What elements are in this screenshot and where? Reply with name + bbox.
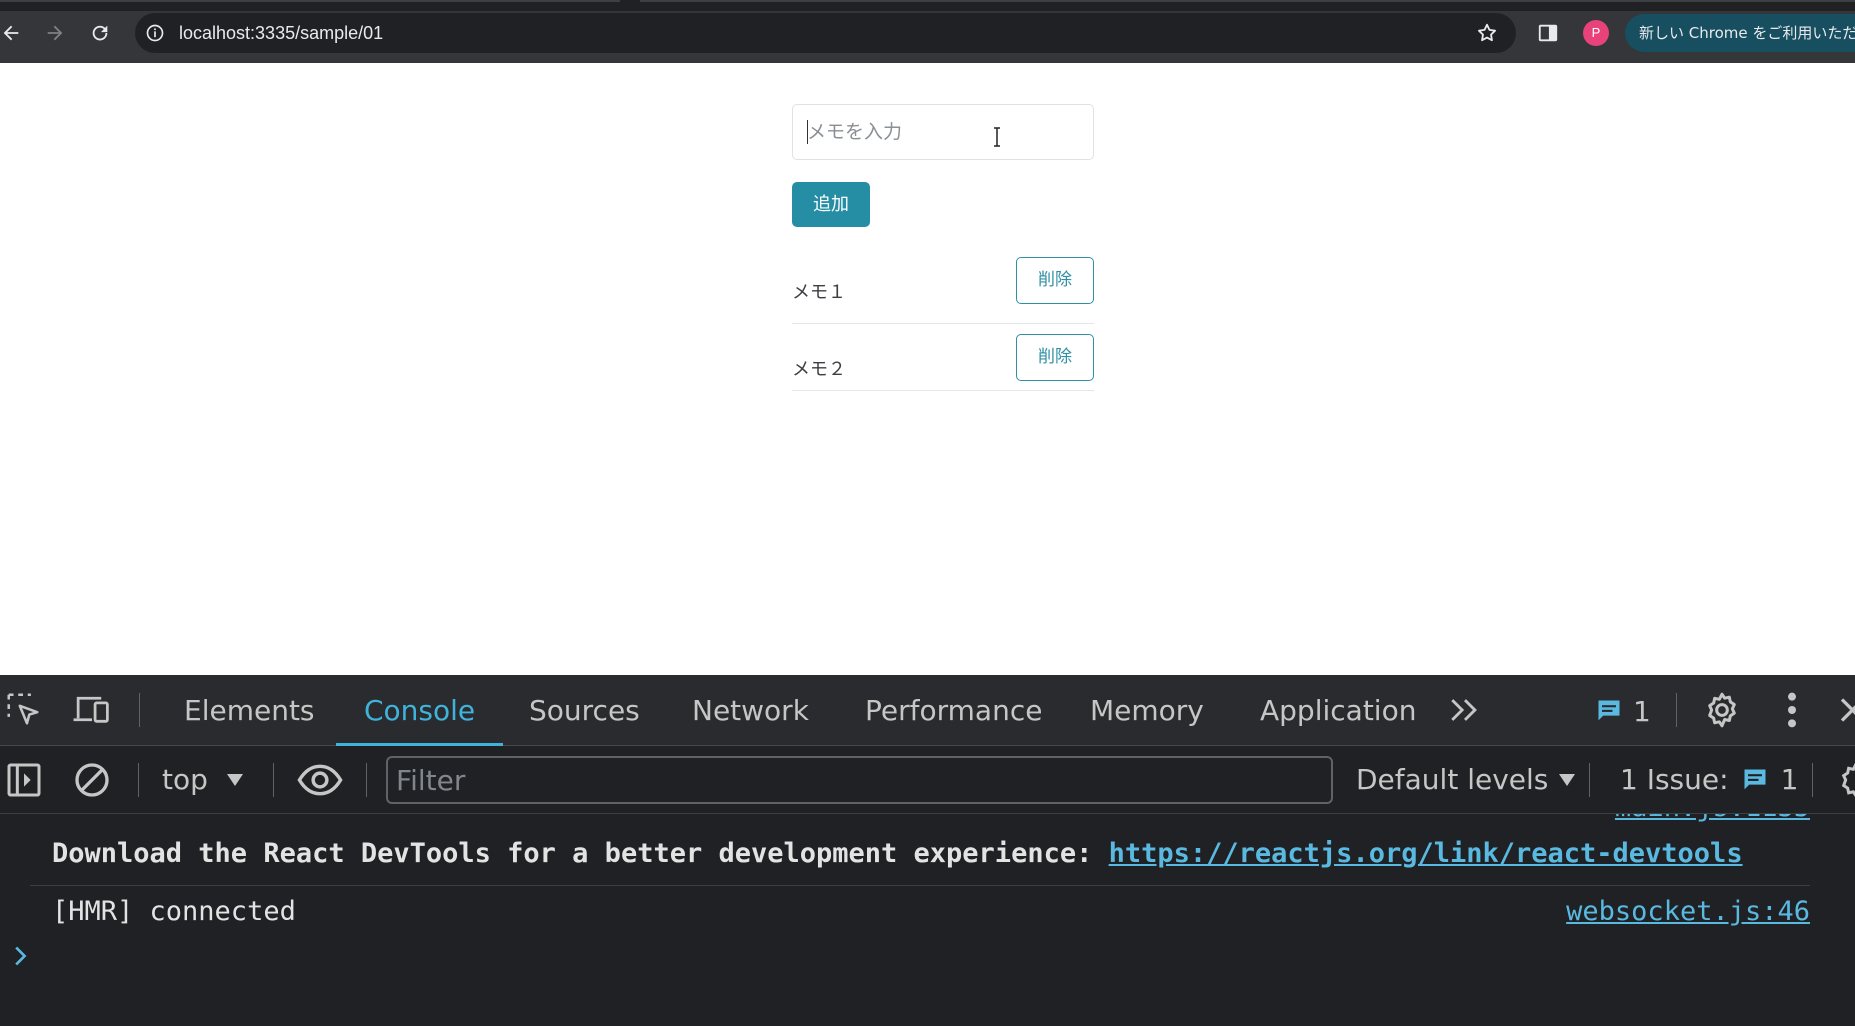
- console-toolbar: top Default levels 1 Issue: 1: [0, 746, 1855, 814]
- clear-console-button[interactable]: [72, 760, 112, 800]
- tab-network[interactable]: Network: [692, 675, 809, 746]
- message-icon: [1744, 769, 1766, 790]
- toolbar-divider: [1812, 763, 1813, 797]
- console-prompt-icon[interactable]: [12, 944, 30, 968]
- back-button[interactable]: [0, 16, 28, 50]
- device-toolbar-button[interactable]: [72, 690, 112, 728]
- devtools-panel: Elements Console Sources Network Perform…: [0, 675, 1855, 1026]
- toolbar-divider: [1676, 693, 1677, 727]
- context-selector[interactable]: top: [162, 758, 244, 802]
- source-link[interactable]: websocket.js:46: [1566, 896, 1810, 927]
- console-output: main.js:1135 Download the React DevTools…: [0, 814, 1855, 1026]
- device-toggle-icon: [73, 696, 109, 723]
- tab-sources[interactable]: Sources: [529, 675, 640, 746]
- log-levels-dropdown[interactable]: Default levels: [1356, 758, 1576, 802]
- caret-down-icon: [226, 774, 243, 786]
- tab-edge: [640, 0, 1855, 2]
- issues-label: 1 Issue:: [1620, 763, 1729, 796]
- issues-counter[interactable]: 1 Issue: 1: [1620, 758, 1798, 802]
- tab-memory[interactable]: Memory: [1090, 675, 1204, 746]
- forward-button[interactable]: [38, 16, 72, 50]
- arrow-right-icon: [47, 25, 63, 41]
- memo-text: メモ１: [792, 282, 846, 303]
- more-options-button[interactable]: [1780, 690, 1804, 730]
- tab-edge: [0, 0, 620, 2]
- console-message: Download the React DevTools for a better…: [0, 838, 1810, 874]
- sidebar-toggle-icon: [7, 763, 41, 797]
- add-button[interactable]: 追加: [792, 182, 870, 227]
- message-icon: [1598, 700, 1620, 721]
- tab-console[interactable]: Console: [335, 675, 504, 746]
- toolbar-divider: [1589, 763, 1590, 797]
- delete-button[interactable]: 削除: [1016, 257, 1094, 304]
- log-levels-label: Default levels: [1356, 763, 1549, 796]
- more-tabs-button[interactable]: [1448, 695, 1482, 725]
- bookmark-star-icon[interactable]: [1476, 22, 1498, 44]
- inspect-element-button[interactable]: [4, 690, 42, 728]
- toolbar-divider: [366, 763, 367, 797]
- caret-down-icon: [1559, 774, 1576, 786]
- message-divider: [30, 885, 1810, 886]
- double-chevron-icon: [1451, 699, 1477, 721]
- profile-avatar[interactable]: P: [1583, 20, 1609, 46]
- delete-button[interactable]: 削除: [1016, 334, 1094, 381]
- close-icon: [1840, 698, 1855, 722]
- toolbar-divider: [139, 693, 140, 727]
- side-panel-icon[interactable]: [1537, 22, 1559, 44]
- react-devtools-message: Download the React DevTools for a better…: [52, 838, 1743, 869]
- site-info-icon[interactable]: [145, 23, 165, 43]
- address-bar[interactable]: localhost:3335/sample/01: [135, 13, 1516, 53]
- text-caret: [807, 120, 808, 144]
- chrome-update-notice[interactable]: 新しい Chrome をご利用いただけます: [1625, 14, 1855, 52]
- tab-application[interactable]: Application: [1260, 675, 1416, 746]
- clear-icon: [75, 763, 109, 797]
- memo-item: メモ２ 削除: [792, 324, 1094, 391]
- console-settings-button[interactable]: [1836, 760, 1855, 800]
- gear-icon: [1841, 762, 1855, 798]
- arrow-left-icon: [3, 25, 19, 41]
- show-sidebar-button[interactable]: [4, 760, 44, 800]
- memo-input[interactable]: [792, 104, 1094, 160]
- memo-item: メモ１ 削除: [792, 257, 1094, 324]
- toolbar-divider: [138, 763, 139, 797]
- tab-strip: [0, 0, 1855, 11]
- messages-count: 1: [1633, 694, 1651, 728]
- filter-input[interactable]: [386, 756, 1333, 804]
- page-viewport: 追加 メモ１ 削除 メモ２ 削除: [0, 63, 1855, 675]
- settings-button[interactable]: [1702, 690, 1742, 730]
- console-message: main.js:1135: [0, 814, 1810, 826]
- live-expression-button[interactable]: [296, 760, 344, 800]
- console-message: [HMR] connected websocket.js:46: [0, 896, 1810, 932]
- memo-text: メモ２: [792, 359, 846, 380]
- reload-icon: [92, 25, 108, 41]
- hmr-message: [HMR] connected: [52, 896, 296, 927]
- ibeam-cursor-icon: [994, 127, 1000, 147]
- gear-icon: [1708, 692, 1736, 728]
- vertical-dots-icon: [1788, 692, 1796, 728]
- message-text: Download the React DevTools for a better…: [52, 838, 1109, 869]
- tab-elements[interactable]: Elements: [184, 675, 315, 746]
- source-link[interactable]: main.js:1135: [1615, 814, 1810, 823]
- close-devtools-button[interactable]: [1838, 695, 1855, 725]
- browser-toolbar: localhost:3335/sample/01 P 新しい Chrome をご…: [0, 0, 1855, 63]
- issues-count: 1: [1780, 763, 1799, 796]
- memo-list: メモ１ 削除 メモ２ 削除: [792, 257, 1094, 391]
- messages-badge[interactable]: 1: [1595, 693, 1651, 729]
- context-label: top: [162, 763, 208, 796]
- devtools-tab-bar: Elements Console Sources Network Perform…: [0, 675, 1855, 746]
- reload-button[interactable]: [83, 16, 117, 50]
- url-text[interactable]: localhost:3335/sample/01: [179, 23, 383, 43]
- tab-performance[interactable]: Performance: [865, 675, 1042, 746]
- eye-icon: [297, 764, 343, 796]
- toolbar-divider: [273, 763, 274, 797]
- inspect-cursor-icon: [7, 693, 39, 725]
- react-devtools-link[interactable]: https://reactjs.org/link/react-devtools: [1109, 838, 1743, 869]
